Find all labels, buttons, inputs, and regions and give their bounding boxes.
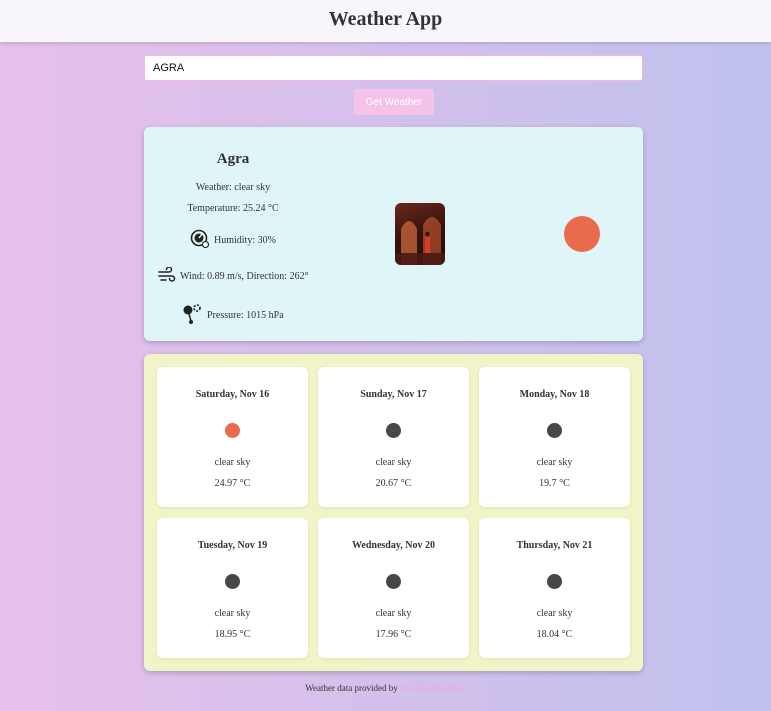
forecast-day: Wednesday, Nov 20 <box>351 540 436 551</box>
gauge-icon <box>190 229 210 252</box>
humidity-text: Humidity: 30% <box>214 234 276 246</box>
moon-icon <box>386 574 401 589</box>
forecast-description: clear sky <box>375 457 412 468</box>
page-footer: Weather data provided by OpenWeatherMap <box>0 683 771 693</box>
app-title: Weather App <box>328 8 443 30</box>
sun-icon <box>225 423 240 438</box>
city-photo <box>395 203 445 265</box>
pressure-row: Pressure: 1015 hPa <box>181 303 284 328</box>
forecast-card: Thursday, Nov 21 clear sky 18.04 °C <box>479 518 630 658</box>
forecast-day: Tuesday, Nov 19 <box>197 540 268 551</box>
forecast-card: Monday, Nov 18 clear sky 19.7 °C <box>479 367 630 507</box>
pressure-text: Pressure: 1015 hPa <box>207 309 284 321</box>
forecast-temperature: 18.95 °C <box>214 629 251 640</box>
forecast-day: Monday, Nov 18 <box>519 389 590 400</box>
humidity-row: Humidity: 30% <box>190 229 276 252</box>
city-search-input[interactable] <box>144 55 643 81</box>
forecast-description: clear sky <box>214 608 251 619</box>
weather-description: Weather: clear sky <box>195 182 271 193</box>
wind-row: Wind: 0.89 m/s, Direction: 262° <box>158 266 309 286</box>
forecast-temperature: 19.7 °C <box>539 478 570 489</box>
current-weather-card: Agra Weather: clear sky Temperature: 25.… <box>144 127 643 341</box>
openweathermap-link[interactable]: OpenWeatherMap <box>400 683 466 693</box>
forecast-description: clear sky <box>536 457 573 468</box>
forecast-day: Saturday, Nov 16 <box>195 389 270 400</box>
city-name: Agra <box>216 151 250 167</box>
forecast-day: Thursday, Nov 21 <box>516 540 593 551</box>
forecast-temperature: 17.96 °C <box>375 629 412 640</box>
moon-icon <box>547 574 562 589</box>
forecast-section: Saturday, Nov 16 clear sky 24.97 °C Sund… <box>144 354 643 671</box>
sun-icon <box>564 216 600 252</box>
forecast-card: Tuesday, Nov 19 clear sky 18.95 °C <box>157 518 308 658</box>
forecast-card: Wednesday, Nov 20 clear sky 17.96 °C <box>318 518 469 658</box>
footer-text: Weather data provided by <box>305 683 398 693</box>
forecast-card: Sunday, Nov 17 clear sky 20.67 °C <box>318 367 469 507</box>
moon-icon <box>386 423 401 438</box>
moon-icon <box>547 423 562 438</box>
wind-text: Wind: 0.89 m/s, Direction: 262° <box>180 270 309 282</box>
moon-icon <box>225 574 240 589</box>
temperature-text: Temperature: 25.24 °C <box>187 203 279 214</box>
current-weather-details: Agra Weather: clear sky Temperature: 25.… <box>144 127 314 341</box>
forecast-description: clear sky <box>375 608 412 619</box>
forecast-temperature: 18.04 °C <box>536 629 573 640</box>
app-header: Weather App <box>0 0 771 42</box>
forecast-day: Sunday, Nov 17 <box>360 389 427 400</box>
pressure-icon <box>181 303 203 328</box>
forecast-card: Saturday, Nov 16 clear sky 24.97 °C <box>157 367 308 507</box>
wind-icon <box>158 266 176 286</box>
forecast-description: clear sky <box>536 608 573 619</box>
forecast-description: clear sky <box>214 457 251 468</box>
get-weather-button[interactable]: Get Weather <box>354 89 434 115</box>
forecast-temperature: 24.97 °C <box>214 478 251 489</box>
forecast-temperature: 20.67 °C <box>375 478 412 489</box>
